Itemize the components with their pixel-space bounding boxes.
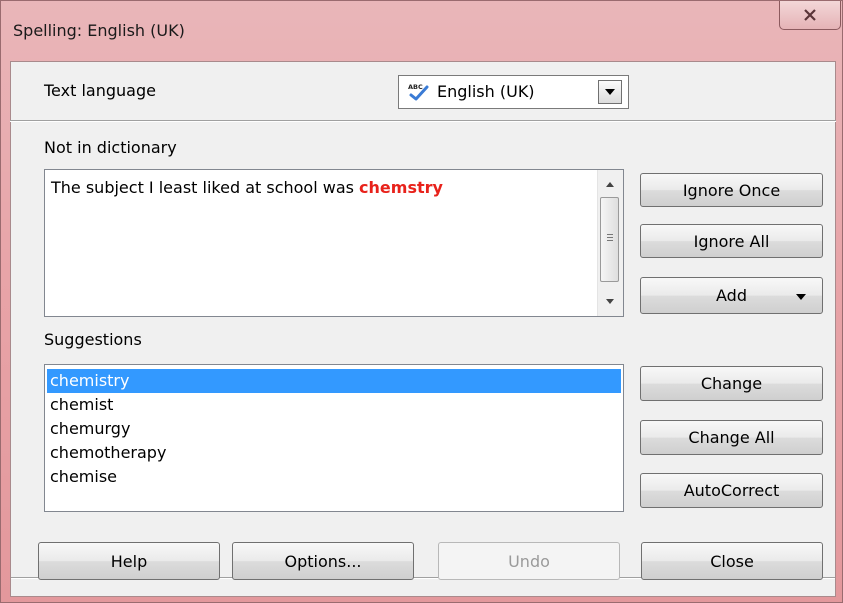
suggestions-list[interactable]: chemistry chemist chemurgy chemotherapy … [44, 364, 624, 512]
close-window-button[interactable] [779, 1, 841, 30]
vertical-scrollbar[interactable] [597, 170, 623, 316]
sentence-text[interactable]: The subject I least liked at school was … [51, 178, 443, 197]
text-language-label: Text language [44, 81, 156, 100]
text-language-value: English (UK) [437, 82, 535, 101]
title-bar[interactable]: Spelling: English (UK) [1, 1, 843, 61]
abc-spellcheck-icon: ABC [408, 83, 429, 101]
chevron-down-icon [605, 89, 615, 95]
spelling-dialog: Spelling: English (UK) Text language ABC… [0, 0, 843, 603]
divider [10, 120, 836, 122]
not-in-dictionary-label: Not in dictionary [44, 138, 177, 157]
text-language-select[interactable]: ABC English (UK) [398, 75, 629, 109]
options-button[interactable]: Options... [232, 542, 414, 580]
sentence-prefix: The subject I least liked at school was [51, 178, 360, 197]
scrollbar-thumb[interactable] [600, 197, 619, 282]
not-in-dictionary-textbox[interactable]: The subject I least liked at school was … [44, 169, 624, 317]
close-icon [804, 9, 816, 21]
close-button[interactable]: Close [641, 542, 823, 580]
change-button[interactable]: Change [640, 366, 823, 401]
help-button[interactable]: Help [38, 542, 220, 580]
change-all-button[interactable]: Change All [640, 420, 823, 455]
grip-line [607, 234, 613, 235]
suggestion-item-chemurgy[interactable]: chemurgy [47, 417, 621, 441]
grip-line [607, 237, 613, 238]
suggestion-item-chemist[interactable]: chemist [47, 393, 621, 417]
scroll-up-arrow-icon[interactable] [606, 182, 614, 187]
grip-line [607, 240, 613, 241]
ignore-once-button[interactable]: Ignore Once [640, 173, 823, 207]
suggestion-item-chemistry[interactable]: chemistry [47, 369, 621, 393]
chevron-down-icon [796, 294, 806, 300]
autocorrect-button[interactable]: AutoCorrect [640, 473, 823, 508]
dialog-client-area: Text language ABC English (UK) Not in di… [10, 61, 836, 597]
suggestions-label: Suggestions [44, 330, 142, 349]
svg-text:ABC: ABC [408, 83, 423, 91]
window-title: Spelling: English (UK) [13, 21, 185, 40]
misspelled-word: chemstry [359, 178, 443, 197]
suggestion-item-chemotherapy[interactable]: chemotherapy [47, 441, 621, 465]
ignore-all-button[interactable]: Ignore All [640, 224, 823, 258]
suggestion-item-chemise[interactable]: chemise [47, 465, 621, 489]
add-button[interactable]: Add [640, 277, 823, 314]
add-button-label: Add [716, 286, 747, 305]
undo-button[interactable]: Undo [438, 542, 620, 580]
language-dropdown-button[interactable] [598, 80, 622, 104]
scroll-down-arrow-icon[interactable] [606, 299, 614, 304]
